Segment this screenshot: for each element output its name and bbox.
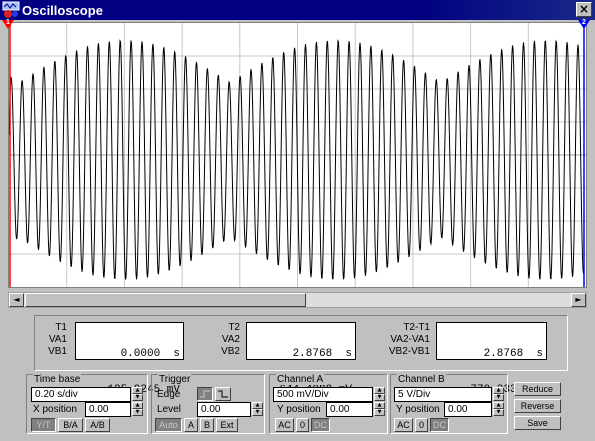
oscilloscope-app-icon xyxy=(2,1,20,19)
vb2-vb1-label: VB2-VB1 xyxy=(388,346,430,357)
vb1-label: VB1 xyxy=(48,346,67,357)
channel-a-scale-input[interactable]: 500 mV/Div xyxy=(273,387,373,402)
channel-b-ac-button[interactable]: AC xyxy=(394,418,413,432)
scroll-left-button[interactable]: ◄ xyxy=(9,293,24,307)
va2-label: VA2 xyxy=(221,334,240,345)
va2-va1-label: VA2-VA1 xyxy=(390,334,430,345)
channel-a-trace xyxy=(9,39,585,280)
channel-b-dc-button[interactable]: DC xyxy=(430,418,449,432)
close-button[interactable]: × xyxy=(576,2,592,17)
oscilloscope-screen[interactable] xyxy=(8,22,587,288)
x-position-input[interactable]: 0.00 xyxy=(85,402,131,417)
waveform-plot xyxy=(9,23,586,287)
spin-down-icon[interactable]: ▼ xyxy=(374,394,385,401)
trigger-level-input[interactable]: 0.00 xyxy=(197,402,251,417)
trigger-level-spinner[interactable]: ▲ ▼ xyxy=(252,402,263,417)
t2-t1-time: 2.8768 s xyxy=(483,348,543,360)
mode-ab-button[interactable]: A/B xyxy=(85,418,110,432)
channel-b-ypos-input[interactable]: 0.00 xyxy=(444,402,492,417)
spin-down-icon[interactable]: ▼ xyxy=(493,394,504,401)
spin-down-icon[interactable]: ▼ xyxy=(493,409,504,416)
channel-a-ac-button[interactable]: AC xyxy=(275,418,294,432)
save-button[interactable]: Save xyxy=(514,416,561,430)
trigger-b-button[interactable]: B xyxy=(200,418,214,432)
channel-a-scale-spinner[interactable]: ▲ ▼ xyxy=(374,387,385,402)
trigger-title: Trigger xyxy=(158,374,192,385)
time-scrollbar[interactable]: ◄ ► xyxy=(8,292,587,308)
channel-b-panel: Channel B 5 V/Div ▲ ▼ Y position 0.00 ▲ ▼ … xyxy=(390,374,508,434)
spin-up-icon[interactable]: ▲ xyxy=(493,402,504,409)
cursor-2-label: 2 xyxy=(582,19,586,26)
t2-value-box: 2.8768 s -644.4088 mV xyxy=(246,322,356,396)
reduce-button[interactable]: Reduce xyxy=(514,382,561,396)
scroll-right-button[interactable]: ► xyxy=(571,293,586,307)
spin-down-icon[interactable]: ▼ xyxy=(132,394,143,401)
timebase-scale-spinner[interactable]: ▲ ▼ xyxy=(132,387,143,402)
t1-time: 0.0000 s xyxy=(120,348,180,360)
timebase-scale-input[interactable]: 0.20 s/div xyxy=(31,387,131,402)
falling-edge-icon xyxy=(218,390,228,398)
channel-b-zero-button[interactable]: 0 xyxy=(415,418,428,432)
channel-a-ypos-spinner[interactable]: ▲ ▼ xyxy=(374,402,385,417)
channel-a-panel: Channel A 500 mV/Div ▲ ▼ Y position 0.00 … xyxy=(269,374,388,434)
trigger-auto-button[interactable]: Auto xyxy=(155,418,182,432)
title-bar: Oscilloscope × xyxy=(0,0,595,20)
edge-label: Edge xyxy=(157,389,181,400)
cursor-readout-panel: T1 VA1 VB1 0.0000 s 125.9245 mV T2 VA2 V… xyxy=(34,315,568,396)
diff-value-box: 2.8768 s -770.3333 mV xyxy=(436,322,547,396)
mode-ba-button[interactable]: B/A xyxy=(58,418,83,432)
mode-yt-button[interactable]: Y/T xyxy=(31,418,56,432)
spin-up-icon[interactable]: ▲ xyxy=(132,387,143,394)
cursor-1-label: 1 xyxy=(6,19,10,26)
falling-edge-button[interactable] xyxy=(215,387,231,401)
spin-up-icon[interactable]: ▲ xyxy=(252,402,263,409)
spin-up-icon[interactable]: ▲ xyxy=(374,402,385,409)
spin-down-icon[interactable]: ▼ xyxy=(374,409,385,416)
channel-b-ypos-spinner[interactable]: ▲ ▼ xyxy=(493,402,504,417)
spin-down-icon[interactable]: ▼ xyxy=(132,409,143,416)
x-position-spinner[interactable]: ▲ ▼ xyxy=(132,402,143,417)
channel-b-title: Channel B xyxy=(397,374,446,385)
spin-up-icon[interactable]: ▲ xyxy=(493,387,504,394)
channel-a-ypos-label: Y position xyxy=(277,404,321,415)
timebase-title: Time base xyxy=(33,374,82,385)
channel-a-title: Channel A xyxy=(276,374,325,385)
window-title: Oscilloscope xyxy=(22,2,103,18)
t2-time: 2.8768 s xyxy=(292,348,352,360)
channel-a-zero-button[interactable]: 0 xyxy=(296,418,309,432)
channel-b-scale-input[interactable]: 5 V/Div xyxy=(394,387,492,402)
t2-t1-label: T2-T1 xyxy=(403,322,430,333)
x-position-label: X position xyxy=(33,404,77,415)
reverse-button[interactable]: Reverse xyxy=(514,399,561,413)
spin-down-icon[interactable]: ▼ xyxy=(252,409,263,416)
rising-edge-button[interactable] xyxy=(197,387,213,401)
spin-up-icon[interactable]: ▲ xyxy=(374,387,385,394)
rising-edge-icon xyxy=(200,390,210,398)
trigger-a-button[interactable]: A xyxy=(184,418,198,432)
trigger-ext-button[interactable]: Ext xyxy=(216,418,238,432)
channel-a-ypos-input[interactable]: 0.00 xyxy=(326,402,373,417)
spin-up-icon[interactable]: ▲ xyxy=(132,402,143,409)
level-label: Level xyxy=(157,404,181,415)
channel-b-ypos-label: Y position xyxy=(396,404,440,415)
t1-label: T1 xyxy=(55,322,67,333)
channel-b-scale-spinner[interactable]: ▲ ▼ xyxy=(493,387,504,402)
t2-label: T2 xyxy=(228,322,240,333)
channel-a-dc-button[interactable]: DC xyxy=(311,418,330,432)
trigger-panel: Trigger Edge Level 0.00 ▲ ▼ Auto A B Ext xyxy=(151,374,265,434)
vb2-label: VB2 xyxy=(221,346,240,357)
scroll-thumb[interactable] xyxy=(25,293,306,307)
t1-value-box: 0.0000 s 125.9245 mV xyxy=(75,322,184,396)
va1-label: VA1 xyxy=(48,334,67,345)
cursor-1-handle[interactable]: 1 xyxy=(2,19,14,30)
cursor-2-handle[interactable]: 2 xyxy=(578,19,590,30)
timebase-panel: Time base 0.20 s/div ▲ ▼ X position 0.00 … xyxy=(26,374,148,434)
